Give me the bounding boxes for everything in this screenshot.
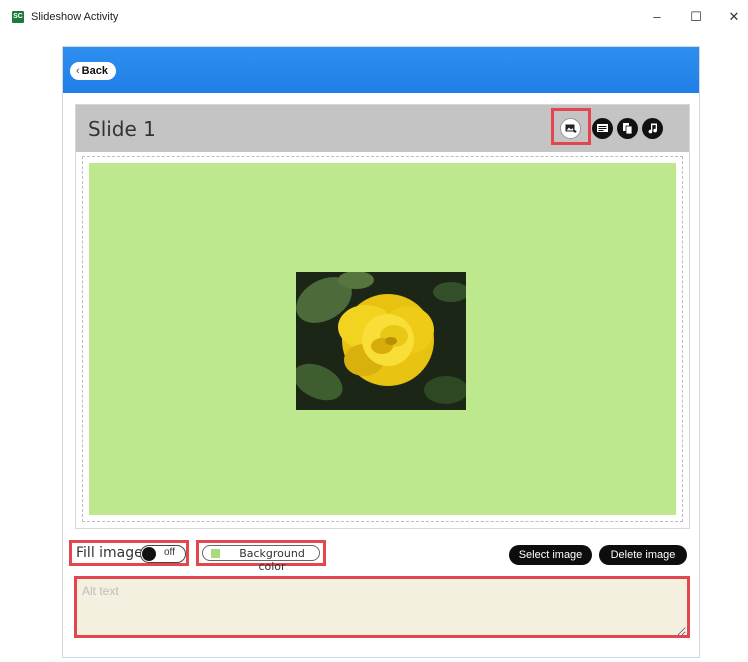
fill-image-group: Fill image off bbox=[69, 540, 189, 566]
chevron-left-icon: ‹ bbox=[76, 65, 80, 77]
add-audio-button[interactable] bbox=[642, 118, 663, 139]
background-color-label: Background color bbox=[239, 547, 305, 573]
add-image-button[interactable] bbox=[560, 118, 581, 139]
fill-image-label: Fill image bbox=[76, 545, 143, 561]
color-swatch-icon bbox=[211, 549, 220, 558]
layers-icon bbox=[623, 123, 633, 135]
slide-dropzone[interactable] bbox=[82, 156, 683, 522]
slide-editor: Slide 1 bbox=[75, 104, 690, 529]
copy-slide-button[interactable] bbox=[617, 118, 638, 139]
app-header-bar: ‹ Back bbox=[63, 47, 699, 93]
maximize-button[interactable]: ☐ bbox=[687, 9, 705, 25]
toggle-state-label: off bbox=[164, 547, 175, 558]
background-color-button[interactable]: Background color bbox=[202, 545, 320, 573]
alt-text-group bbox=[74, 576, 690, 638]
slide-title: Slide 1 bbox=[88, 117, 156, 141]
add-text-button[interactable] bbox=[592, 118, 613, 139]
music-note-icon bbox=[648, 123, 657, 134]
select-image-button[interactable]: Select image bbox=[509, 545, 592, 565]
toggle-knob bbox=[142, 547, 156, 561]
text-card-icon bbox=[597, 124, 608, 132]
window-titlebar: SC Slideshow Activity – ☐ ✕ bbox=[0, 0, 748, 34]
back-button[interactable]: ‹ Back bbox=[70, 62, 116, 80]
image-plus-icon bbox=[565, 124, 577, 133]
delete-image-button[interactable]: Delete image bbox=[599, 545, 687, 565]
slide-canvas[interactable] bbox=[89, 163, 676, 515]
rose-image[interactable] bbox=[296, 272, 466, 410]
close-button[interactable]: ✕ bbox=[725, 9, 743, 25]
fill-image-toggle[interactable]: off bbox=[140, 545, 186, 563]
activity-panel: ‹ Back Slide 1 Fill image off Background… bbox=[62, 46, 700, 658]
background-color-group: Background color bbox=[196, 540, 326, 573]
window-title: Slideshow Activity bbox=[31, 11, 119, 23]
rose-image-graphic bbox=[296, 272, 466, 410]
minimize-button[interactable]: – bbox=[648, 9, 666, 25]
back-button-label: Back bbox=[81, 65, 108, 77]
alt-text-input[interactable] bbox=[80, 582, 686, 636]
slide-header: Slide 1 bbox=[76, 105, 689, 152]
app-logo-icon: SC bbox=[12, 11, 24, 23]
